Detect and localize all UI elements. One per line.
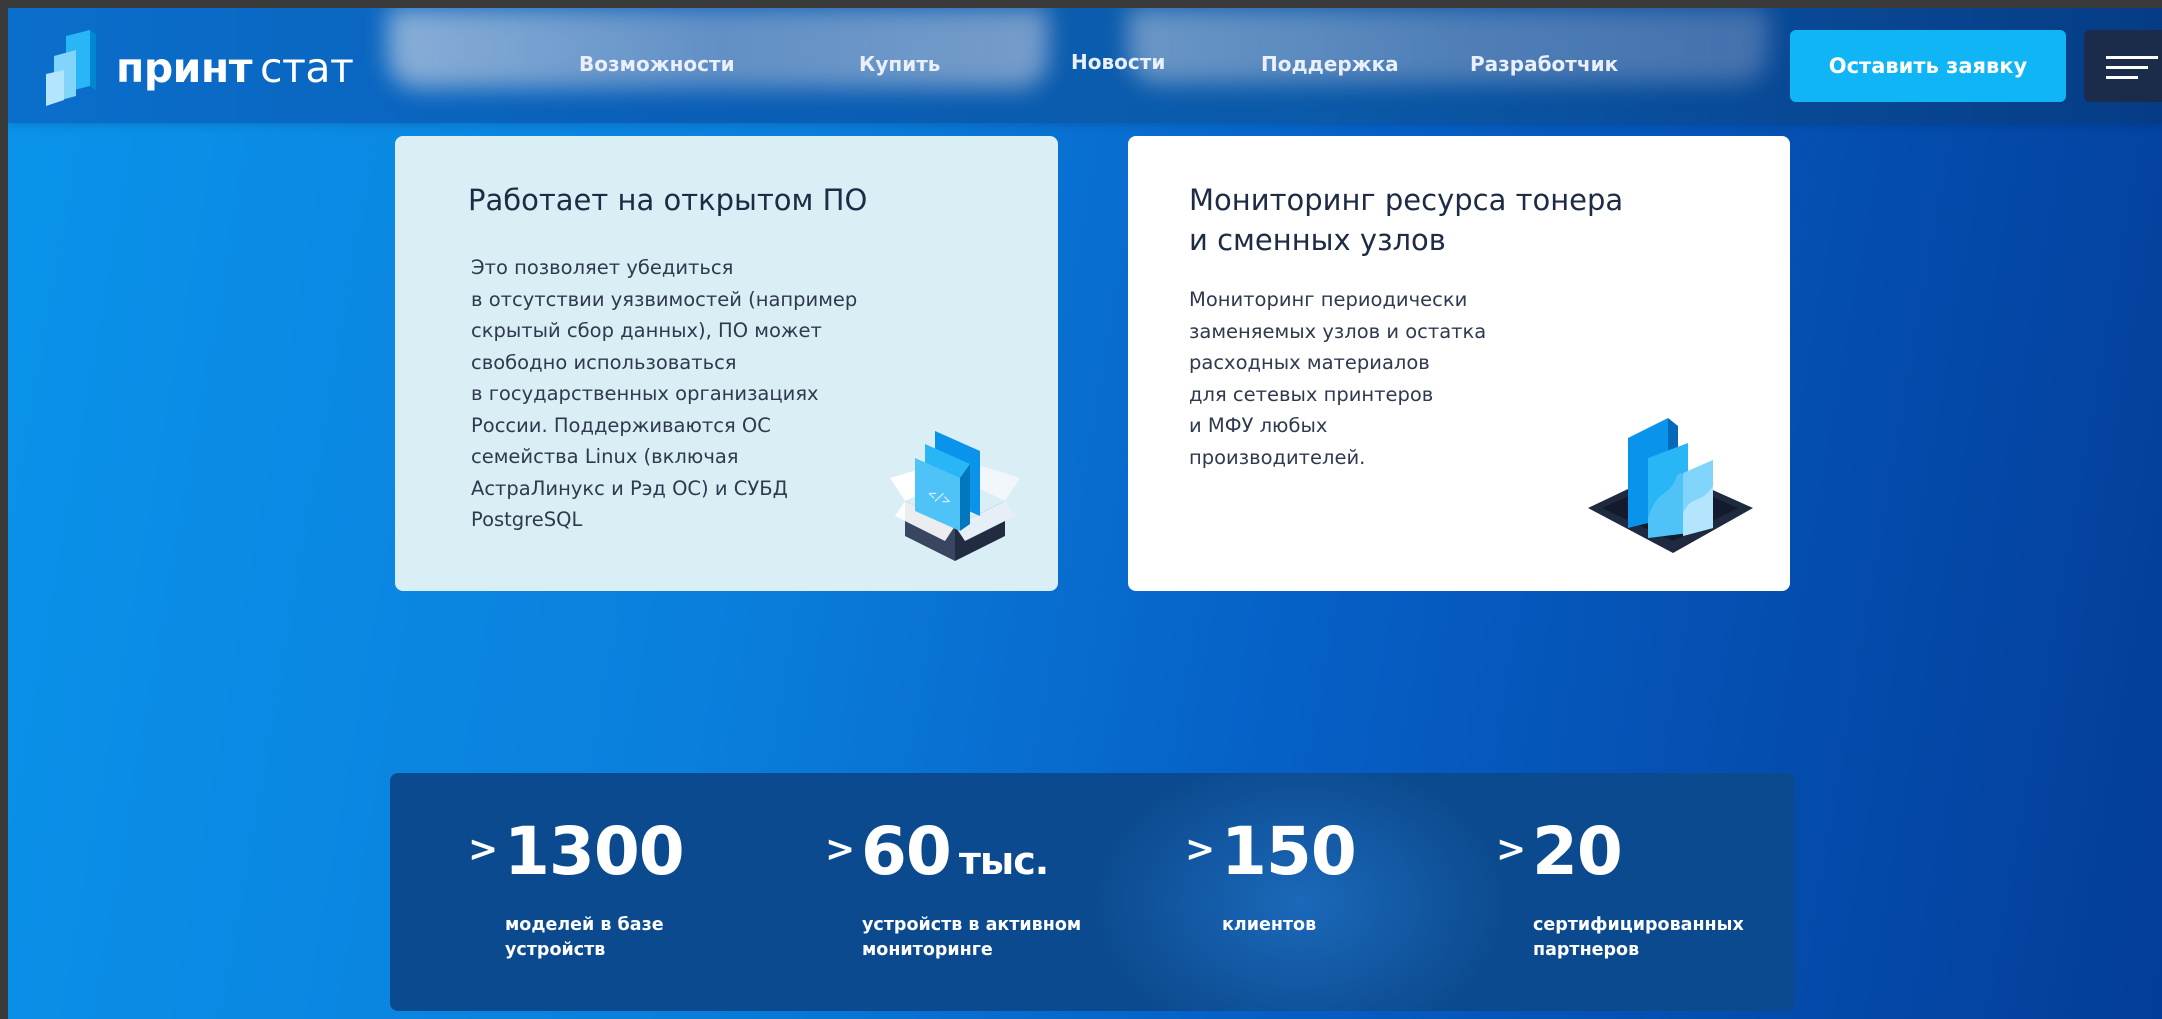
stat-value: 1300 [504, 813, 685, 890]
stat-prefix: > [825, 829, 856, 870]
card-text-line: свободно использоваться [471, 350, 737, 374]
leave-request-button[interactable]: Оставить заявку [1790, 30, 2066, 102]
card-text-line: производителей. [1189, 445, 1366, 469]
stat-label-line: партнеров [1533, 940, 1640, 960]
stat-label: клиентов [1222, 913, 1316, 938]
chart-monitoring-icon [1588, 418, 1753, 553]
stat-label: сертифицированных партнеров [1533, 913, 1744, 963]
card-text-line: для сетевых принтеров [1189, 382, 1434, 406]
site-header: принт стат Возможности Купить Новости Под… [8, 8, 2162, 123]
stat-label-line: моделей в базе [505, 915, 664, 935]
card-text-line: семейства Linux (включая [471, 445, 739, 468]
stat-label: моделей в базе устройств [505, 913, 664, 963]
stats-panel: > 1300 моделей в базе устройств > 60 тыс.… [390, 773, 1795, 1011]
card-text: Мониторинг периодически заменяемых узлов… [1189, 284, 1486, 473]
card-text-line: скрытый сбор данных), ПО может [471, 319, 822, 342]
card-text-line: заменяемых узлов и остатка [1189, 319, 1487, 343]
stat-prefix: > [468, 829, 499, 870]
stat-number: 20 [1532, 813, 1623, 890]
nav-link-support[interactable]: Поддержка [1261, 52, 1399, 76]
stat-label-line: клиентов [1222, 915, 1317, 935]
stat-number: 150 [1221, 813, 1357, 890]
card-text-line: и МФУ любых [1189, 414, 1328, 437]
card-title: Мониторинг ресурса тонера и сменных узло… [1189, 180, 1623, 260]
stat-value: 150 [1221, 813, 1357, 890]
stat-label-line: мониторинге [862, 940, 993, 960]
page: принт стат Возможности Купить Новости Под… [8, 8, 2162, 1019]
stat-number: 1300 [504, 813, 685, 890]
menu-button[interactable] [2084, 30, 2162, 102]
card-text: Это позволяет убедиться в отсутствии уяз… [471, 252, 857, 536]
card-text-line: АстраЛинукс и Рэд ОС) и СУБД [471, 476, 788, 500]
card-title-line: Мониторинг ресурса тонера [1189, 183, 1624, 217]
logo-wordmark-light: стат [260, 44, 354, 92]
logo-wordmark-bold: принт [116, 44, 253, 92]
stat-unit: тыс. [958, 839, 1049, 883]
hamburger-line [2106, 76, 2138, 79]
nav-link-features[interactable]: Возможности [579, 52, 735, 76]
open-box-code-icon: </> [890, 431, 1020, 561]
hamburger-line [2106, 56, 2158, 59]
nav-link-buy[interactable]: Купить [859, 52, 940, 76]
stat-label-line: устройств в активном [862, 915, 1082, 935]
stats-glow [1090, 773, 1510, 1011]
stat-number: 60 [861, 813, 952, 890]
hamburger-line [2106, 66, 2148, 69]
feature-card-open-source: Работает на открытом ПО Это позволяет уб… [395, 136, 1058, 591]
card-text-line: в отсутствии уязвимостей (например [471, 287, 858, 311]
nav-link-developer[interactable]: Разработчик [1470, 52, 1618, 76]
stat-prefix: > [1185, 829, 1216, 870]
logo-wordmark: принт стат [116, 44, 354, 92]
card-title-line: Работает на открытом ПО [468, 183, 868, 217]
card-text-line: PostgreSQL [471, 508, 583, 531]
card-text-line: Мониторинг периодически [1189, 288, 1468, 311]
feature-card-toner-monitoring: Мониторинг ресурса тонера и сменных узло… [1128, 136, 1790, 591]
stat-label-line: сертифицированных [1533, 915, 1744, 935]
logo-icon [46, 30, 96, 106]
stat-value: 20 [1532, 813, 1623, 890]
stat-value: 60 тыс. [861, 813, 1049, 890]
stat-prefix: > [1496, 829, 1527, 870]
card-title: Работает на открытом ПО [468, 180, 867, 220]
card-text-line: расходных материалов [1189, 351, 1430, 374]
nav-link-news[interactable]: Новости [1071, 50, 1165, 74]
stat-label: устройств в активном мониторинге [862, 913, 1081, 963]
stat-label-line: устройств [505, 940, 606, 960]
card-title-line: и сменных узлов [1189, 223, 1446, 257]
card-text-line: России. Поддерживаются ОС [471, 413, 771, 437]
card-text-line: Это позволяет убедиться [471, 256, 734, 279]
header-background-image [388, 8, 1048, 88]
site-logo[interactable]: принт стат [46, 28, 354, 108]
card-text-line: в государственных организациях [471, 382, 819, 405]
header-background-image [1128, 8, 1768, 83]
